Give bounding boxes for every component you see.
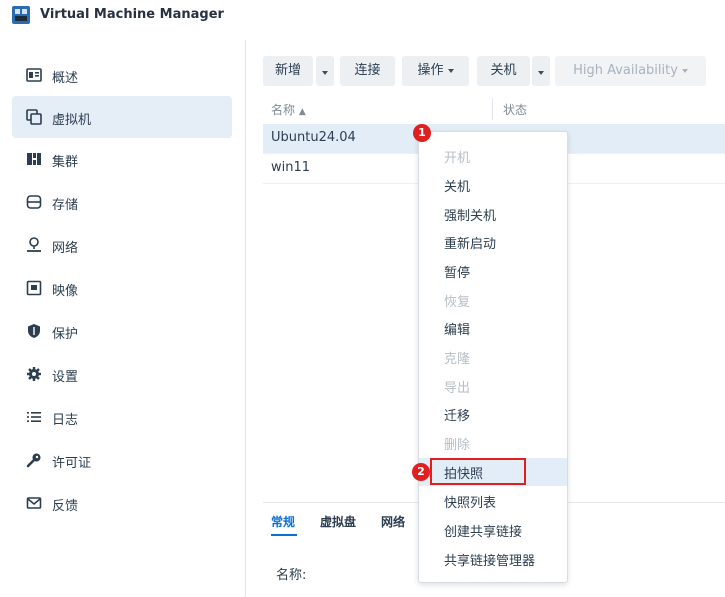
sidebar-item-overview[interactable]: 概述 bbox=[12, 54, 232, 96]
menu-item-label: 暂停 bbox=[444, 266, 471, 281]
column-divider[interactable] bbox=[492, 98, 493, 120]
menu-item-label: 强制关机 bbox=[444, 209, 497, 224]
menu-item-label: 编辑 bbox=[444, 323, 471, 338]
chevron-down-icon bbox=[538, 71, 544, 75]
network-icon bbox=[27, 237, 41, 252]
annotation-step-badge: 1 bbox=[413, 124, 431, 142]
connect-button[interactable]: 连接 bbox=[340, 56, 395, 86]
high-availability-label: High Availability bbox=[573, 63, 678, 78]
sidebar-item-feedback[interactable]: 反馈 bbox=[12, 482, 232, 524]
menu-item-label: 恢复 bbox=[444, 295, 471, 310]
virtual-machine-icon bbox=[26, 109, 42, 125]
menu-item-label: 重新启动 bbox=[444, 237, 497, 252]
annotation-highlight-box bbox=[430, 458, 526, 485]
sidebar-item-image[interactable]: 映像 bbox=[12, 267, 232, 309]
sidebar-item-label: 映像 bbox=[52, 284, 79, 299]
key-icon bbox=[26, 453, 41, 468]
high-availability-button[interactable]: High Availability bbox=[555, 56, 706, 86]
shutdown-dropdown-button[interactable] bbox=[532, 56, 550, 86]
sidebar-item-label: 设置 bbox=[52, 370, 79, 385]
menu-item-label: 删除 bbox=[444, 438, 471, 453]
title-bar: Virtual Machine Manager bbox=[0, 0, 725, 32]
sidebar-item-label: 日志 bbox=[52, 413, 79, 428]
menu-item-migrate[interactable]: 迁移 bbox=[419, 400, 567, 428]
sidebar-item-settings[interactable]: 设置 bbox=[12, 353, 232, 395]
tab-network[interactable]: 网络 bbox=[381, 513, 405, 530]
menu-item-resume[interactable]: 恢复 bbox=[419, 286, 567, 314]
overview-icon bbox=[26, 68, 42, 82]
cluster-icon bbox=[27, 153, 41, 165]
menu-item-snapshot-list[interactable]: 快照列表 bbox=[419, 487, 567, 515]
menu-item-edit[interactable]: 编辑 bbox=[419, 314, 567, 342]
menu-item-label: 克隆 bbox=[444, 352, 471, 367]
vm-name: Ubuntu24.04 bbox=[271, 130, 356, 145]
sidebar-item-label: 集群 bbox=[52, 155, 79, 170]
column-header-name-label: 名称 bbox=[271, 103, 296, 117]
menu-item-label: 开机 bbox=[444, 151, 471, 166]
menu-item-label: 迁移 bbox=[444, 409, 471, 424]
chevron-down-icon bbox=[447, 68, 454, 73]
menu-item-label: 创建共享链接 bbox=[444, 525, 523, 540]
image-icon bbox=[26, 280, 42, 296]
sort-ascending-icon: ▲ bbox=[298, 107, 306, 117]
menu-item-create-share-link[interactable]: 创建共享链接 bbox=[419, 516, 567, 544]
sidebar-item-label: 虚拟机 bbox=[52, 113, 92, 128]
menu-item-label: 导出 bbox=[444, 381, 471, 396]
menu-item-share-link-manager[interactable]: 共享链接管理器 bbox=[419, 545, 567, 573]
sidebar-item-storage[interactable]: 存储 bbox=[12, 181, 232, 223]
chevron-down-icon bbox=[681, 68, 688, 73]
sidebar-item-label: 网络 bbox=[52, 241, 79, 256]
menu-item-export[interactable]: 导出 bbox=[419, 372, 567, 400]
menu-item-label: 共享链接管理器 bbox=[444, 554, 536, 569]
menu-item-force-shutdown[interactable]: 强制关机 bbox=[419, 200, 567, 228]
shield-icon bbox=[28, 324, 40, 338]
sidebar-item-label: 保护 bbox=[52, 327, 79, 342]
storage-icon bbox=[26, 195, 42, 209]
sidebar-item-log[interactable]: 日志 bbox=[12, 396, 232, 438]
tab-virtual-disk[interactable]: 虚拟盘 bbox=[320, 513, 356, 530]
action-menu-label: 操作 bbox=[417, 63, 444, 78]
context-menu: 开机 关机 强制关机 重新启动 暂停 恢复 编辑 克隆 导出 迁移 删除 拍快照… bbox=[418, 131, 568, 583]
vm-name: win11 bbox=[271, 160, 311, 175]
sidebar-item-cluster[interactable]: 集群 bbox=[12, 138, 232, 180]
gear-icon bbox=[27, 367, 41, 381]
menu-item-pause[interactable]: 暂停 bbox=[419, 257, 567, 285]
sidebar-item-protection[interactable]: 保护 bbox=[12, 310, 232, 352]
mail-icon bbox=[26, 497, 42, 509]
vmm-app-icon bbox=[12, 6, 30, 24]
sidebar-item-label: 许可证 bbox=[52, 456, 92, 471]
detail-name-label: 名称: bbox=[276, 568, 307, 583]
annotation-step-badge: 2 bbox=[412, 463, 430, 481]
sidebar: 概述 虚拟机 集群 存储 网络 映像 保护 设置 日志 许可证 反馈 bbox=[0, 40, 246, 597]
action-menu-button[interactable]: 操作 bbox=[402, 56, 469, 86]
log-list-icon bbox=[27, 412, 41, 422]
menu-item-power-on[interactable]: 开机 bbox=[419, 142, 567, 170]
shutdown-button[interactable]: 关机 bbox=[477, 56, 530, 86]
menu-item-clone[interactable]: 克隆 bbox=[419, 343, 567, 371]
new-dropdown-button[interactable] bbox=[316, 56, 334, 86]
sidebar-item-label: 概述 bbox=[52, 71, 79, 86]
sidebar-item-license[interactable]: 许可证 bbox=[12, 439, 232, 481]
menu-item-label: 快照列表 bbox=[444, 496, 497, 511]
sidebar-item-virtual-machine[interactable]: 虚拟机 bbox=[12, 96, 232, 138]
new-button[interactable]: 新增 bbox=[263, 56, 313, 86]
column-header-name[interactable]: 名称 ▲ bbox=[271, 101, 306, 118]
menu-item-restart[interactable]: 重新启动 bbox=[419, 228, 567, 256]
sidebar-item-label: 存储 bbox=[52, 198, 79, 213]
menu-item-shutdown[interactable]: 关机 bbox=[419, 171, 567, 199]
sidebar-item-label: 反馈 bbox=[52, 499, 79, 514]
menu-item-delete[interactable]: 删除 bbox=[419, 429, 567, 457]
app-title: Virtual Machine Manager bbox=[40, 7, 224, 22]
chevron-down-icon bbox=[322, 71, 328, 75]
tab-general[interactable]: 常规 bbox=[271, 513, 295, 530]
grid-header: 名称 ▲ 状态 bbox=[263, 94, 725, 125]
sidebar-item-network[interactable]: 网络 bbox=[12, 224, 232, 266]
active-tab-indicator bbox=[271, 534, 297, 536]
menu-item-label: 关机 bbox=[444, 180, 471, 195]
column-header-status[interactable]: 状态 bbox=[503, 101, 527, 118]
